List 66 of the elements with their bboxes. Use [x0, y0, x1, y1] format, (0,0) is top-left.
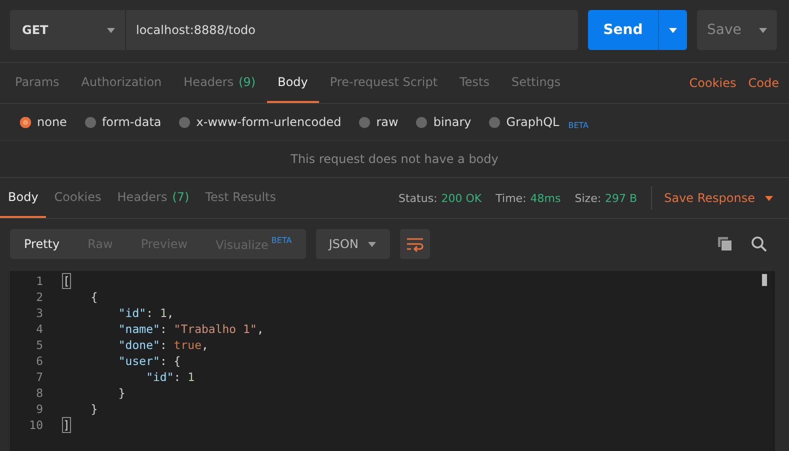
code-line: [ — [63, 274, 70, 288]
line-number: 9 — [35, 402, 44, 416]
status-value: 297 B — [605, 192, 638, 204]
beta-label: BETA — [271, 236, 292, 245]
tab-count: (9) — [238, 75, 256, 89]
save-response-button[interactable]: Save Response — [652, 178, 789, 218]
code-line: "user": { — [117, 354, 181, 368]
radio-option[interactable]: none — [20, 115, 67, 129]
link[interactable]: Cookies — [683, 63, 742, 103]
line-number: 10 — [28, 418, 44, 432]
code-line: { — [90, 290, 98, 304]
code-line: "id": 1, — [117, 306, 174, 320]
line-number: 4 — [35, 322, 44, 336]
code-line: } — [117, 386, 126, 400]
caret-icon — [368, 242, 376, 248]
request-tab[interactable]: Pre-request Script — [318, 63, 449, 103]
method-dropdown[interactable]: GET — [10, 10, 126, 50]
status-label: Status: — [398, 192, 438, 204]
response-tab[interactable]: Test Results — [197, 178, 284, 218]
caret-icon — [759, 28, 767, 32]
caret-icon — [669, 28, 677, 32]
radio-option[interactable]: raw — [359, 115, 398, 129]
line-number: 2 — [35, 290, 44, 304]
search-icon[interactable] — [751, 236, 767, 252]
response-tab[interactable]: Headers (7) — [109, 178, 198, 218]
code-line: ] — [63, 418, 70, 432]
save-button[interactable]: Save — [697, 10, 777, 50]
radio-option[interactable]: x-www-form-urlencoded — [179, 115, 342, 129]
line-number: 3 — [35, 306, 44, 320]
copy-icon[interactable] — [717, 236, 733, 252]
line-number: 1 — [35, 274, 44, 288]
radio-option[interactable]: binary — [416, 115, 472, 129]
status-label: Size: — [574, 192, 602, 204]
scrollbar[interactable] — [762, 274, 767, 286]
response-tab[interactable]: Cookies — [46, 178, 110, 218]
code-line: "id": 1 — [145, 370, 195, 384]
wrap-lines-button[interactable] — [400, 229, 430, 259]
request-tab[interactable]: Settings — [500, 63, 572, 103]
status-label: Time: — [496, 192, 526, 204]
request-tab[interactable]: Headers (9) — [172, 63, 267, 103]
empty-body-message: This request does not have a body — [290, 152, 498, 166]
line-number: 6 — [35, 354, 44, 368]
url-field[interactable]: localhost:8888/todo — [126, 10, 578, 50]
caret-icon — [107, 28, 115, 32]
status-value: 200 OK — [441, 192, 482, 204]
caret-icon — [765, 196, 773, 202]
status-value: 48ms — [530, 192, 561, 204]
send-button[interactable]: Send — [588, 10, 658, 50]
request-tab[interactable]: Params — [4, 63, 70, 103]
code-line: "name": "Trabalho 1", — [117, 322, 264, 336]
request-tab[interactable]: Tests — [448, 63, 500, 103]
tab-count: (7) — [172, 190, 190, 204]
wrap-icon — [406, 236, 424, 252]
request-tab[interactable]: Body — [266, 63, 319, 103]
line-number: 7 — [35, 370, 44, 384]
radio-option[interactable]: form-data — [84, 115, 162, 129]
response-tab[interactable]: Body — [0, 178, 46, 218]
code-line: } — [90, 402, 98, 416]
link[interactable]: Code — [742, 63, 785, 103]
beta-label: BETA — [568, 120, 589, 130]
code-line: "done": true, — [117, 338, 208, 352]
line-number: 8 — [35, 386, 44, 400]
line-number: 5 — [35, 338, 44, 352]
format-dropdown[interactable]: JSON — [316, 229, 390, 259]
view-mode-tab[interactable]: Pretty — [10, 229, 74, 259]
request-tab[interactable]: Authorization — [70, 63, 173, 103]
